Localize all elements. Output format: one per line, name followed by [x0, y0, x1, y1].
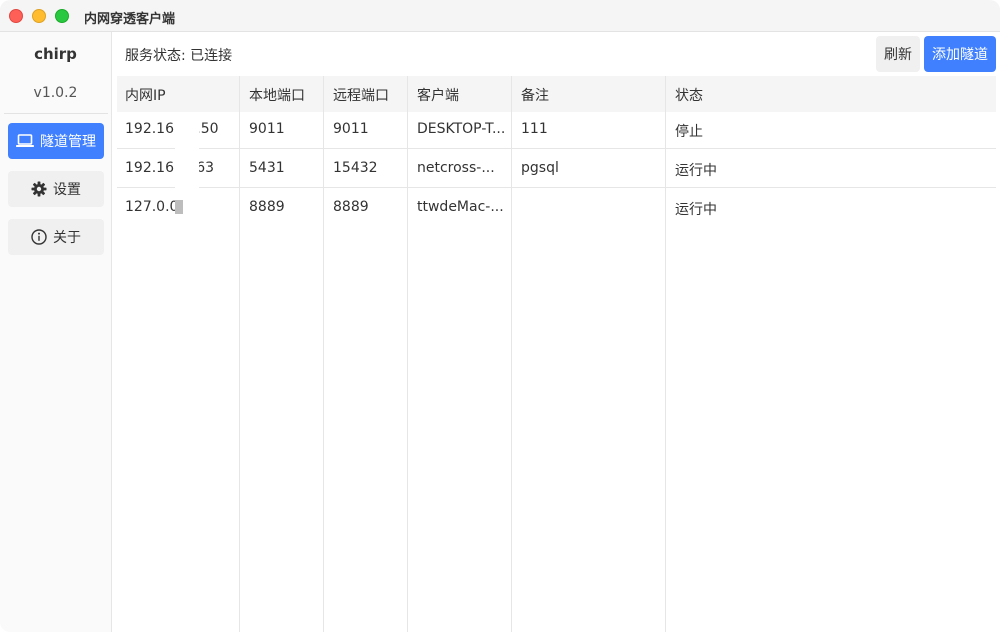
sidebar: chirp v1.0.2 隧道管理 设置 关于 — [0, 32, 112, 632]
cell-client: DESKTOP-T... — [417, 121, 506, 137]
column-header-remote-port[interactable]: 远程端口 — [333, 85, 389, 105]
minimize-window-button[interactable] — [32, 9, 46, 23]
cell-remote-port: 15432 — [333, 160, 378, 176]
cell-ip: 192.168.2.50 — [125, 121, 219, 137]
row-divider — [117, 187, 996, 188]
tunnel-table: 内网IP 本地端口 远程端口 客户端 备注 状态 192.168.2.50 90… — [117, 76, 996, 632]
sidebar-divider — [4, 113, 108, 114]
column-header-note[interactable]: 备注 — [521, 85, 549, 105]
cell-remote-port: 8889 — [333, 199, 369, 215]
app-version: v1.0.2 — [33, 85, 78, 101]
cell-status: 停止 — [675, 124, 703, 140]
cell-note: pgsql — [521, 160, 559, 176]
column-header-local-port[interactable]: 本地端口 — [249, 85, 305, 105]
row-divider — [117, 148, 996, 149]
laptop-icon — [16, 134, 34, 148]
column-divider — [665, 76, 666, 632]
app-name: chirp — [34, 45, 77, 63]
cell-status: 运行中 — [675, 163, 717, 179]
maximize-window-button[interactable] — [55, 9, 69, 23]
nav-settings-label: 设置 — [53, 182, 81, 198]
info-icon — [31, 229, 47, 245]
nav-settings[interactable]: 设置 — [8, 171, 104, 207]
nav-about[interactable]: 关于 — [8, 219, 104, 255]
cell-status: 运行中 — [675, 202, 717, 218]
cell-local-port: 8889 — [249, 199, 285, 215]
column-divider — [407, 76, 408, 632]
redaction-mark — [175, 200, 183, 214]
close-window-button[interactable] — [9, 9, 23, 23]
cell-local-port: 5431 — [249, 160, 285, 176]
cell-client: ttwdeMac-... — [417, 199, 504, 215]
column-header-client[interactable]: 客户端 — [417, 85, 459, 105]
redaction-mask — [175, 116, 199, 232]
cell-remote-port: 9011 — [333, 121, 369, 137]
gear-icon — [31, 181, 47, 197]
column-divider — [511, 76, 512, 632]
column-divider — [239, 76, 240, 632]
column-header-status[interactable]: 状态 — [675, 85, 703, 105]
add-tunnel-button[interactable]: 添加隧道 — [924, 36, 996, 72]
cell-ip: 192.168.163 — [125, 160, 215, 176]
nav-tunnel-management-label: 隧道管理 — [40, 134, 96, 150]
nav-tunnel-management[interactable]: 隧道管理 — [8, 123, 104, 159]
column-divider — [323, 76, 324, 632]
cell-client: netcross-... — [417, 160, 495, 176]
app-window: 内网穿透客户端 chirp v1.0.2 隧道管理 设置 关于 服务状态: 已连… — [0, 0, 1000, 632]
cell-local-port: 9011 — [249, 121, 285, 137]
refresh-button[interactable]: 刷新 — [876, 36, 920, 72]
cell-note: 111 — [521, 121, 548, 137]
service-status: 服务状态: 已连接 — [125, 48, 233, 64]
window-title: 内网穿透客户端 — [84, 12, 176, 27]
nav-about-label: 关于 — [53, 230, 81, 246]
main-panel: 服务状态: 已连接 刷新 添加隧道 内网IP 本地端口 远程端口 客户端 备注 … — [112, 32, 1000, 632]
column-header-ip[interactable]: 内网IP — [125, 85, 166, 105]
title-bar: 内网穿透客户端 — [0, 0, 1000, 32]
